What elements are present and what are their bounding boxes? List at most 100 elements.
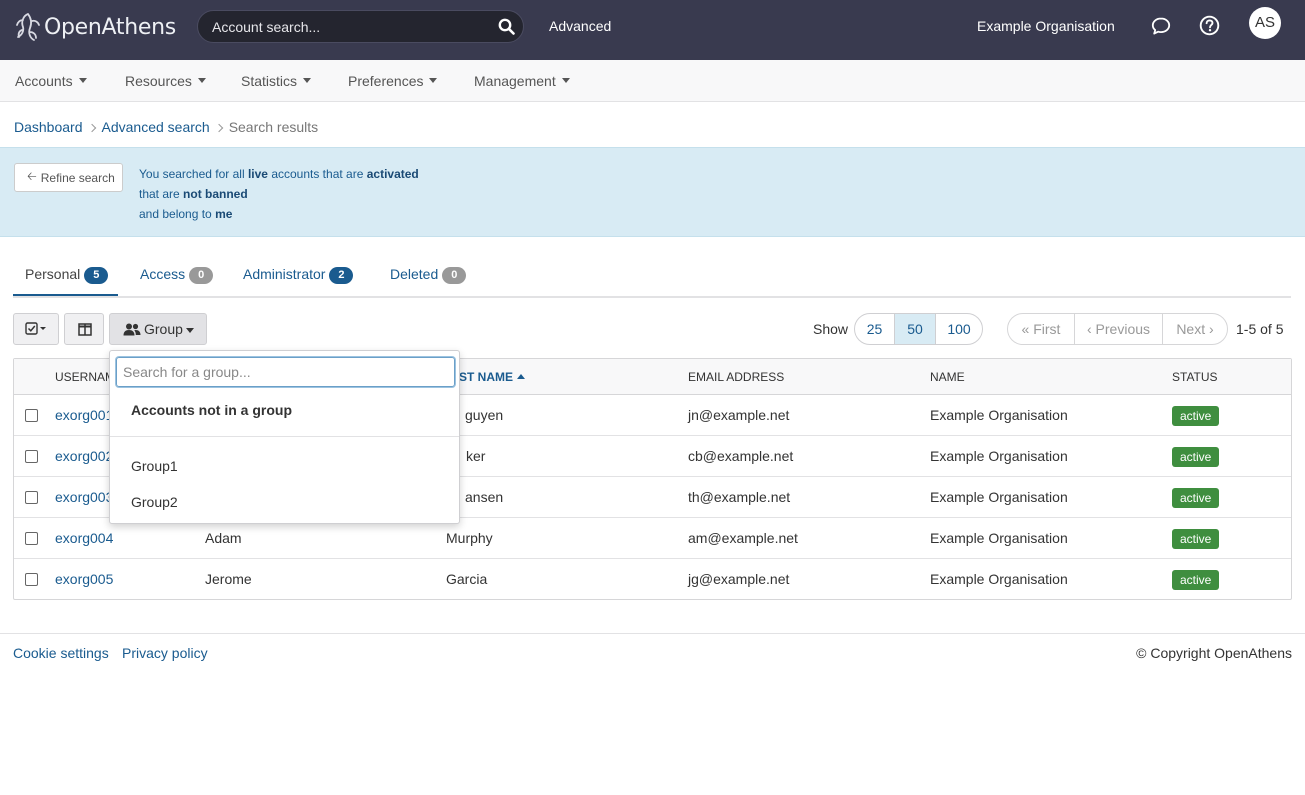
- username-link[interactable]: exorg005: [55, 571, 113, 587]
- email: jg@example.net: [688, 571, 790, 587]
- refine-search-button[interactable]: 🡠 Refine search: [14, 163, 123, 192]
- last-name: ker: [466, 448, 486, 464]
- advanced-search-link[interactable]: Advanced: [549, 18, 611, 34]
- breadcrumb: Dashboard Advanced search Search results: [14, 119, 318, 135]
- nav-accounts[interactable]: Accounts: [15, 73, 87, 89]
- page-size-label: Show: [813, 321, 849, 337]
- organisation-name[interactable]: Example Organisation: [977, 18, 1115, 34]
- username-link[interactable]: exorg001: [55, 407, 113, 423]
- nav-preferences[interactable]: Preferences: [348, 73, 438, 89]
- row-checkbox[interactable]: [25, 450, 38, 463]
- page-size-100[interactable]: 100: [936, 314, 982, 344]
- help-icon[interactable]: [1199, 15, 1220, 36]
- chevron-right-icon: [214, 123, 223, 133]
- privacy-policy-link[interactable]: Privacy policy: [122, 645, 208, 661]
- chat-icon[interactable]: [1151, 16, 1171, 36]
- group-option[interactable]: Group1: [131, 458, 178, 474]
- organisation: Example Organisation: [930, 448, 1068, 464]
- chevron-right-icon: ›: [1209, 321, 1214, 337]
- breadcrumb-advanced-search[interactable]: Advanced search: [102, 119, 210, 135]
- username-link[interactable]: exorg002: [55, 448, 113, 464]
- tab-personal[interactable]: Personal 5: [25, 266, 109, 284]
- previous-page-button[interactable]: ‹ Previous: [1075, 314, 1163, 344]
- email: am@example.net: [688, 530, 798, 546]
- search-summary-banner: 🡠 Refine search You searched for all liv…: [0, 147, 1305, 237]
- page-size-50[interactable]: 50: [895, 314, 936, 344]
- row-checkbox[interactable]: [25, 573, 38, 586]
- last-name: Garcia: [446, 571, 488, 587]
- nav-management[interactable]: Management: [474, 73, 570, 89]
- tab-deleted[interactable]: Deleted 0: [390, 266, 467, 284]
- first-name: Adam: [205, 530, 242, 546]
- tab-administrator[interactable]: Administrator 2: [243, 266, 354, 284]
- last-name: ansen: [465, 489, 504, 505]
- column-email[interactable]: EMAIL ADDRESS: [688, 370, 784, 384]
- organisation: Example Organisation: [930, 571, 1068, 587]
- first-name: Jerome: [205, 571, 252, 587]
- columns-button[interactable]: [64, 313, 104, 345]
- dropdown-divider: [110, 436, 459, 437]
- chevron-left-icon: ‹: [1086, 321, 1092, 337]
- accounts-not-in-group-option[interactable]: Accounts not in a group: [131, 402, 292, 418]
- search-icon[interactable]: [498, 18, 515, 35]
- row-checkbox[interactable]: [25, 532, 38, 545]
- column-last-name[interactable]: ST NAME: [459, 370, 525, 384]
- caret-down-icon: [186, 328, 194, 333]
- openathens-logo[interactable]: OpenAthens: [14, 10, 176, 44]
- row-checkbox[interactable]: [25, 409, 38, 422]
- user-avatar[interactable]: AS: [1249, 7, 1281, 39]
- footer-divider: [0, 633, 1305, 634]
- copyright-text: © Copyright OpenAthens: [1136, 645, 1292, 661]
- page-size-25[interactable]: 25: [855, 314, 895, 344]
- last-name: Murphy: [446, 530, 493, 546]
- group-button-label: Group: [144, 321, 183, 337]
- group-filter-button[interactable]: Group: [109, 313, 207, 345]
- account-type-tabs: Personal 5 Access 0 Administrator 2 Deleted…: [13, 258, 1291, 298]
- cookie-settings-link[interactable]: Cookie settings: [13, 645, 109, 661]
- result-count: 1-5 of 5: [1236, 321, 1284, 337]
- count-badge: 5: [84, 267, 109, 284]
- username-link[interactable]: exorg003: [55, 489, 113, 505]
- count-badge: 0: [442, 267, 467, 284]
- summary-line-3: and belong to me: [139, 207, 233, 221]
- nav-statistics[interactable]: Statistics: [241, 73, 312, 89]
- count-badge: 2: [329, 267, 354, 284]
- top-bar: OpenAthens Advanced Example Organisation…: [0, 0, 1305, 60]
- summary-line-1: You searched for all live accounts that …: [139, 167, 419, 181]
- group-option[interactable]: Group2: [131, 494, 178, 510]
- active-tab-indicator: [13, 294, 118, 296]
- count-badge: 0: [189, 267, 214, 284]
- account-search-input[interactable]: [212, 11, 492, 42]
- main-nav: Accounts Resources Statistics Preference…: [0, 60, 1305, 102]
- group-dropdown-menu: Accounts not in a group Group1 Group2: [109, 350, 460, 524]
- group-search-input[interactable]: [117, 358, 454, 386]
- table-row: exorg005 Jerome Garcia jg@example.net Ex…: [14, 559, 1291, 600]
- status-badge: active: [1172, 406, 1220, 426]
- caret-down-icon: [303, 77, 312, 83]
- caret-down-icon: [78, 77, 87, 83]
- next-page-button[interactable]: Next ›: [1163, 314, 1227, 344]
- status-badge: active: [1172, 529, 1220, 549]
- username-link[interactable]: exorg004: [55, 530, 113, 546]
- first-page-button[interactable]: « First: [1008, 314, 1075, 344]
- sort-ascending-icon: [517, 374, 525, 379]
- organisation: Example Organisation: [930, 489, 1068, 505]
- caret-down-icon: [429, 77, 438, 83]
- column-username[interactable]: USERNAM: [55, 370, 115, 384]
- pagination: « First ‹ Previous Next ›: [1007, 313, 1228, 345]
- chevron-right-icon: [87, 123, 96, 133]
- breadcrumb-dashboard[interactable]: Dashboard: [14, 119, 83, 135]
- logo-icon: [16, 13, 40, 41]
- column-name[interactable]: NAME: [930, 370, 965, 384]
- row-checkbox[interactable]: [25, 491, 38, 504]
- table-row: exorg004 Adam Murphy am@example.net Exam…: [14, 518, 1291, 559]
- select-all-button[interactable]: [13, 313, 59, 345]
- tab-access[interactable]: Access 0: [140, 266, 214, 284]
- users-icon: [123, 323, 141, 336]
- organisation: Example Organisation: [930, 407, 1068, 423]
- nav-resources[interactable]: Resources: [125, 73, 206, 89]
- email: jn@example.net: [688, 407, 790, 423]
- checkbox-select-icon: [25, 322, 46, 335]
- caret-down-icon: [197, 77, 206, 83]
- column-status[interactable]: STATUS: [1172, 370, 1218, 384]
